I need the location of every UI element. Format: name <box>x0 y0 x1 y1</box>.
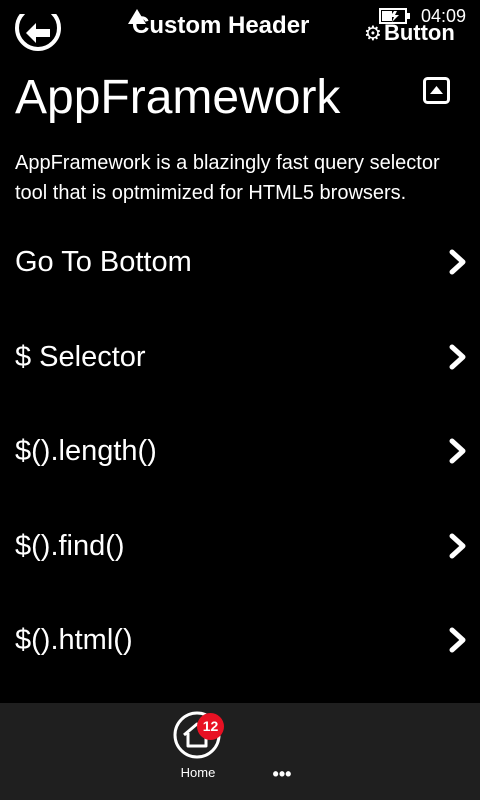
menu-item-label: $().length() <box>15 435 157 467</box>
collapse-up-icon[interactable] <box>423 77 450 104</box>
chevron-right-icon <box>449 249 466 275</box>
chevron-right-icon <box>449 344 466 369</box>
chevron-right-icon <box>449 627 466 653</box>
more-options-button[interactable]: ••• <box>268 763 296 785</box>
home-label: Home <box>180 765 216 780</box>
custom-header: Custom Header ⚙Button <box>0 0 480 60</box>
home-button[interactable]: 12 Home <box>167 703 229 800</box>
app-bar: 12 Home ••• <box>0 703 480 800</box>
menu-item-find[interactable]: $().find() <box>0 499 480 594</box>
back-arrow-icon[interactable] <box>14 14 62 58</box>
menu-item-go-to-bottom[interactable]: Go To Bottom <box>0 215 480 310</box>
menu-item-label: Go To Bottom <box>15 246 192 278</box>
menu-item-html[interactable]: $().html() <box>0 593 480 688</box>
gear-icon: ⚙ <box>364 23 382 45</box>
chevron-right-icon <box>449 438 466 464</box>
menu-item-length[interactable]: $().length() <box>0 404 480 499</box>
page-title: AppFramework <box>15 71 341 124</box>
header-button[interactable]: ⚙Button <box>364 18 455 48</box>
page-description: AppFramework is a blazingly fast query s… <box>15 152 440 204</box>
notification-badge: 12 <box>197 713 224 740</box>
header-title: Custom Header <box>132 12 310 39</box>
menu-item-label: $().find() <box>15 529 125 562</box>
menu-item-selector[interactable]: $ Selector <box>0 310 480 405</box>
menu-item-label: $ Selector <box>15 340 146 373</box>
menu-item-label: $().html() <box>15 624 133 656</box>
menu-list: Go To Bottom $ Selector $().length() $()… <box>0 215 480 688</box>
header-button-label: Button <box>383 20 455 45</box>
chevron-right-icon <box>449 533 466 558</box>
